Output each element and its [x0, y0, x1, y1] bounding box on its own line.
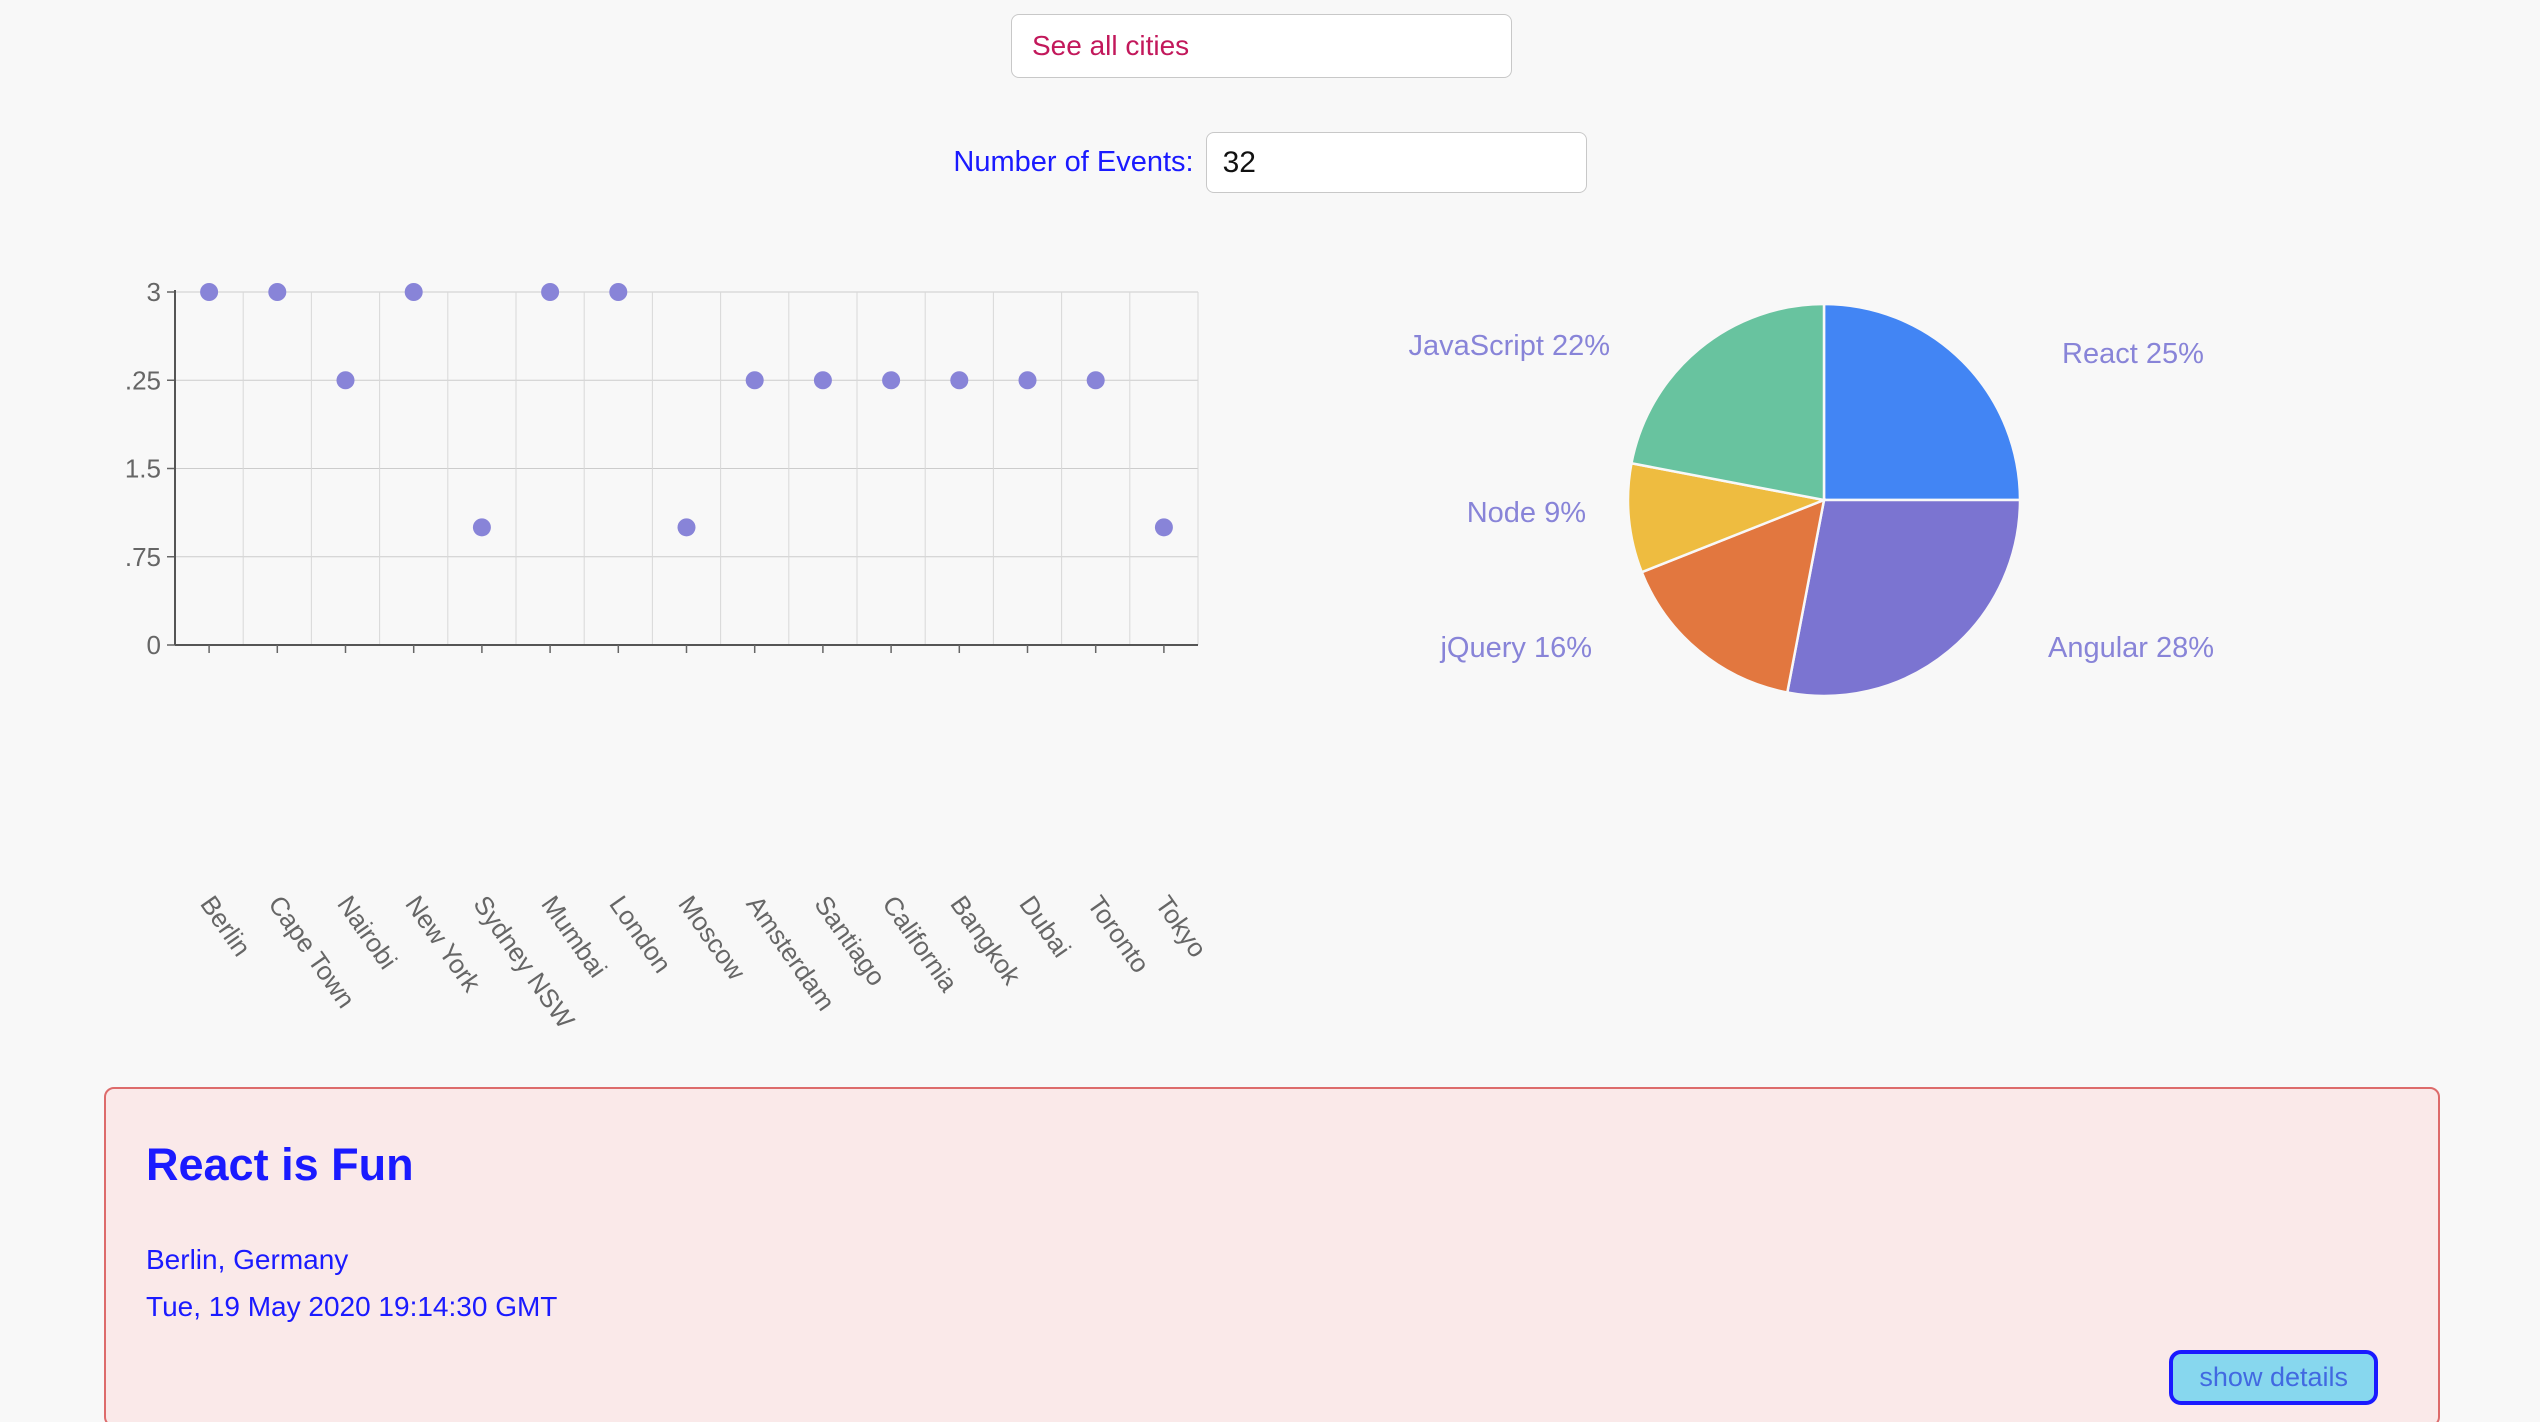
show-details-button[interactable]: show details — [2169, 1350, 2378, 1405]
pie-slice-label: jQuery 16% — [1439, 632, 1592, 664]
city-search-input[interactable] — [1011, 14, 1512, 78]
x-axis-city-label: London — [603, 890, 679, 979]
y-axis-tick-label: 0 — [147, 630, 161, 660]
y-axis-tick-label: 1.5 — [125, 454, 161, 484]
scatter-data-point[interactable] — [336, 371, 355, 390]
app-root: Number of Events: 3 .25 1.5 .75 0 BerlinCape… — [0, 0, 2540, 1422]
y-axis-tick-label: .25 — [125, 365, 161, 395]
x-axis-city-label: Berlin — [194, 890, 258, 962]
number-of-events-input[interactable] — [1205, 132, 1587, 193]
pie-slice[interactable] — [1785, 498, 2022, 698]
scatter-data-point[interactable] — [677, 518, 696, 537]
y-axis-tick-label: .75 — [125, 542, 161, 572]
pie-slice-label: React 25% — [2062, 338, 2204, 370]
x-axis-city-label: Tokyo — [1149, 890, 1213, 963]
number-of-events-row: Number of Events: — [0, 132, 2540, 193]
scatter-data-point[interactable] — [541, 283, 560, 301]
scatter-data-point[interactable] — [813, 371, 832, 390]
pie-chart-svg: React 25% Angular 28% jQuery 16% Node 9% Jav… — [1409, 302, 2214, 698]
scatter-x-axis-labels: Berlin Cape Town Nairobi New York Sydney NSW… — [0, 880, 1270, 1080]
pie-slice-label: Angular 28% — [2048, 632, 2214, 664]
x-axis-city-label: Toronto — [1081, 890, 1156, 979]
scatter-data-point[interactable] — [1154, 518, 1173, 537]
x-axis-city-label: Moscow — [671, 890, 752, 986]
pie-slice-label: Node 9% — [1467, 497, 1586, 529]
event-location: Berlin, Germany — [146, 1244, 349, 1275]
y-axis-tick-label: 3 — [147, 277, 161, 307]
scatter-data-point[interactable] — [1086, 371, 1105, 390]
scatter-data-point[interactable] — [268, 283, 287, 301]
scatter-data-point[interactable] — [609, 283, 628, 301]
scatter-data-point[interactable] — [200, 283, 219, 301]
scatter-data-point[interactable] — [950, 371, 969, 390]
pie-slice-label: JavaScript 22% — [1409, 330, 1611, 362]
event-card[interactable]: React is Fun Berlin, Germany Tue, 19 May… — [104, 1087, 2440, 1422]
number-of-events-label: Number of Events: — [953, 146, 1194, 178]
event-date: Tue, 19 May 2020 19:14:30 GMT — [146, 1291, 558, 1322]
x-axis-city-label: Dubai — [1012, 890, 1077, 963]
scatter-data-point[interactable] — [1018, 371, 1037, 390]
event-title: React is Fun — [146, 1139, 414, 1190]
scatter-data-point[interactable] — [882, 371, 901, 390]
scatter-data-point[interactable] — [745, 371, 764, 390]
scatter-data-point[interactable] — [404, 283, 423, 301]
tech-distribution-pie-chart: React 25% Angular 28% jQuery 16% Node 9% Jav… — [1320, 300, 2500, 720]
scatter-data-point[interactable] — [472, 518, 491, 537]
scatter-chart-svg: 3 .25 1.5 .75 0 — [125, 277, 1199, 660]
city-events-scatter-chart: 3 .25 1.5 .75 0 — [0, 262, 1270, 692]
x-axis-city-label: Nairobi — [330, 890, 403, 975]
pie-slice[interactable] — [1822, 302, 2022, 502]
city-search-container — [1011, 14, 1512, 78]
